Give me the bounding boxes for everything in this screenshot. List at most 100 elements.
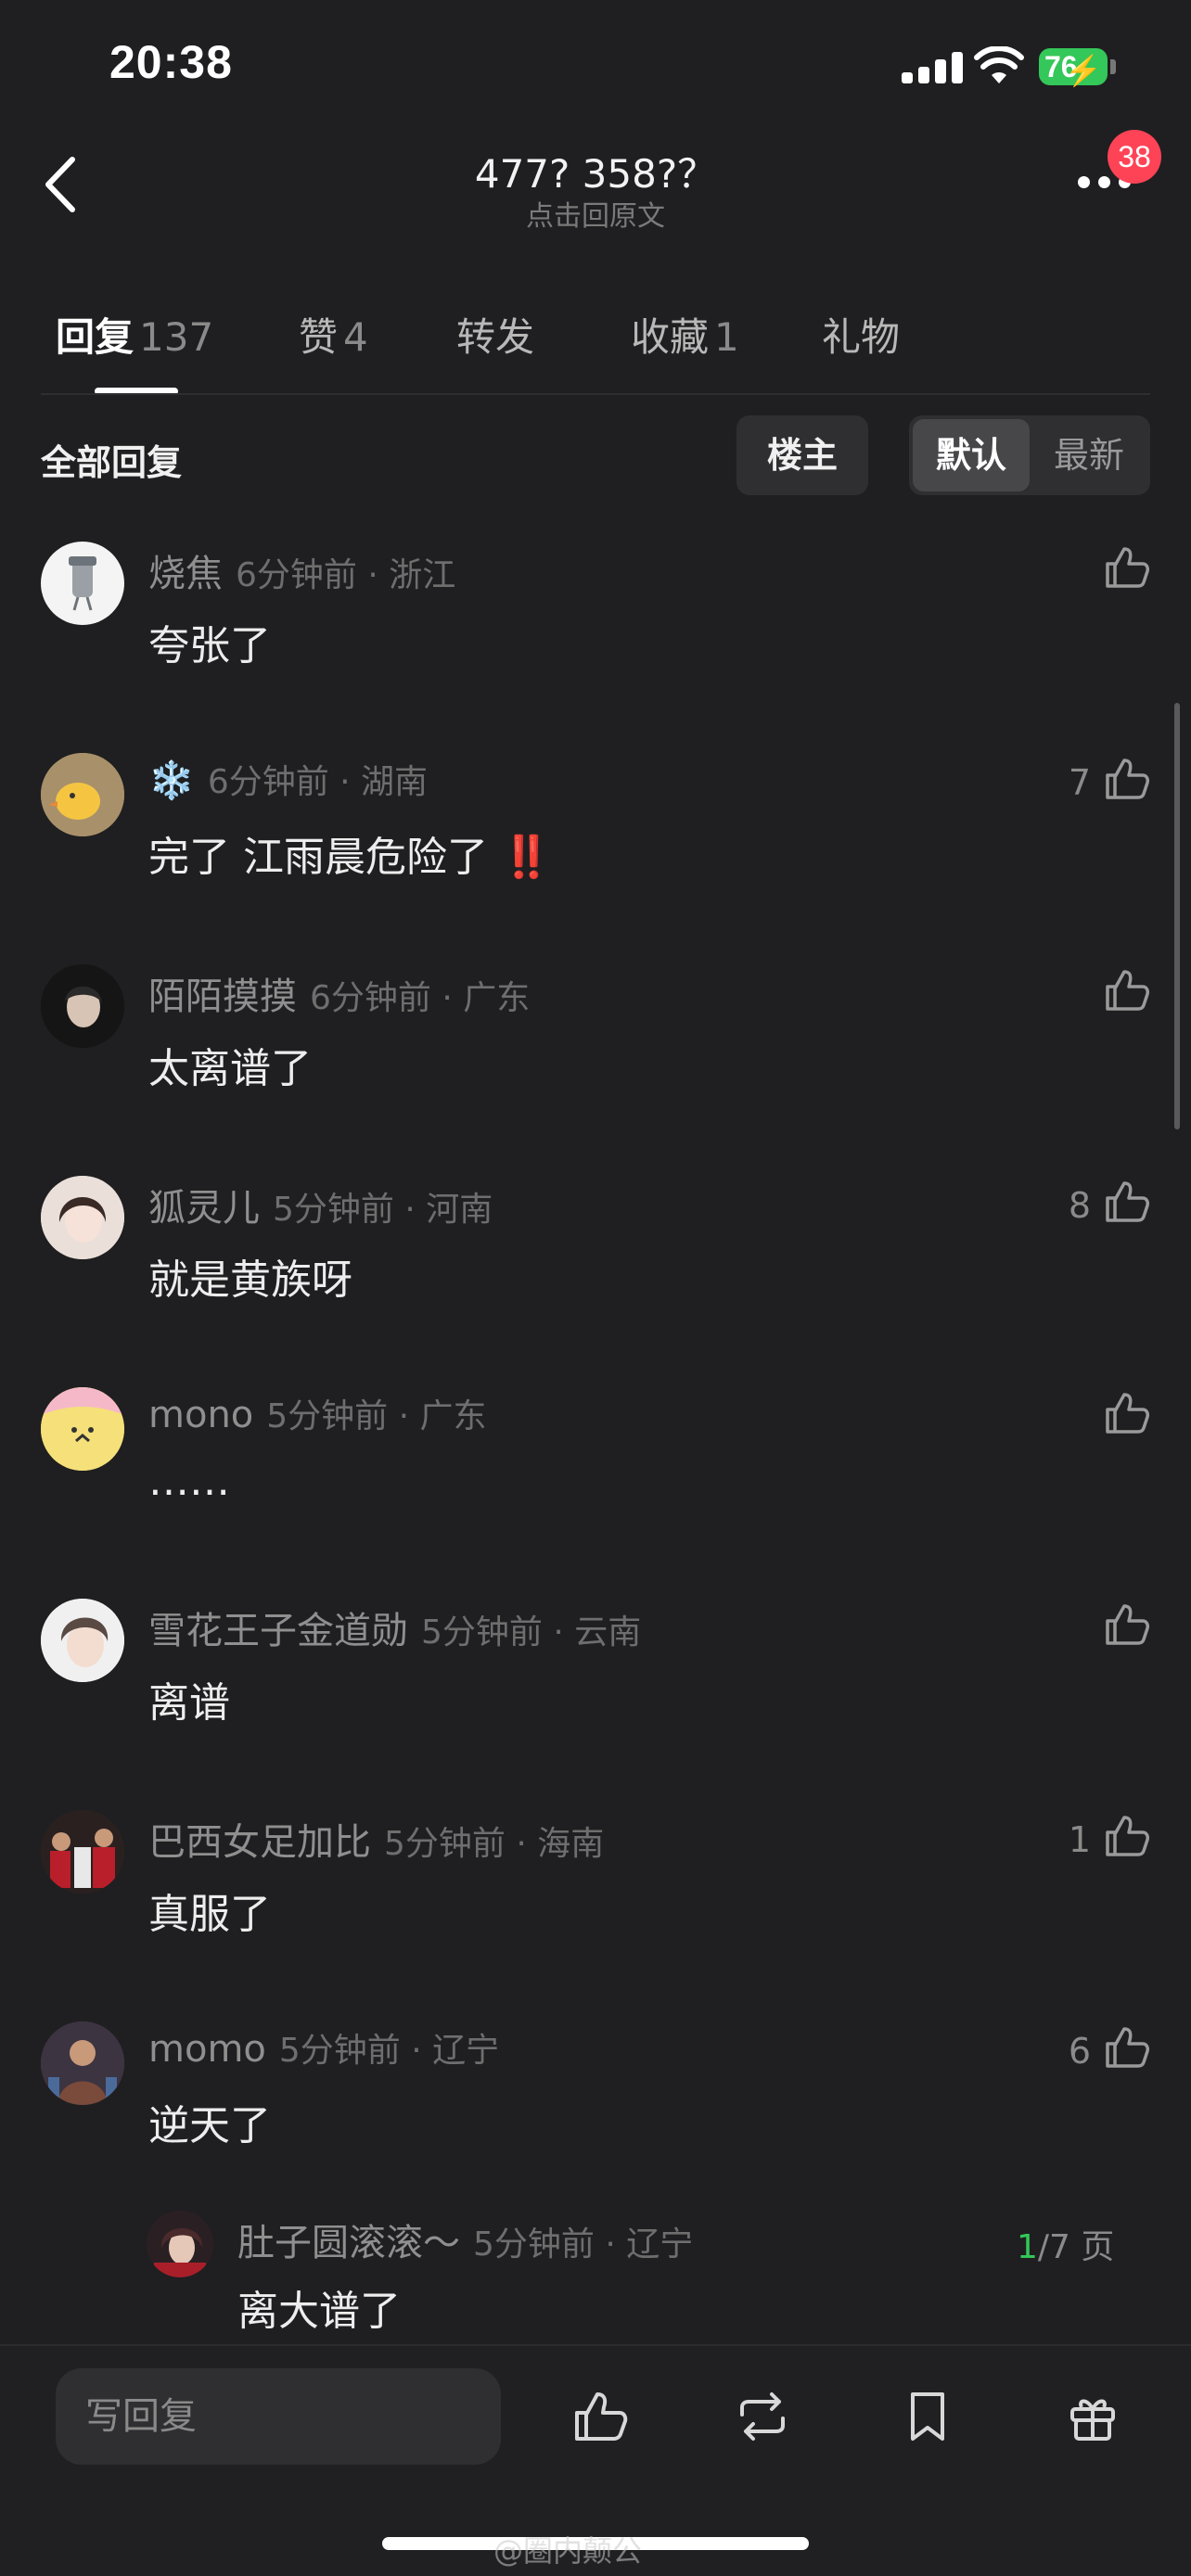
owner-only-button[interactable]: 楼主 (736, 415, 868, 495)
comment-author[interactable]: 烧焦 (148, 553, 223, 595)
tab-count: 4 (343, 314, 368, 360)
reply-avatar[interactable] (147, 2211, 213, 2277)
comment-text: 太离谱了 (148, 1045, 312, 1092)
cellular-signal-icon (902, 52, 965, 83)
avatar[interactable] (41, 964, 124, 1048)
avatar-image (41, 1599, 124, 1682)
avatar-image (41, 1176, 124, 1259)
comment-text: 离谱 (148, 1679, 230, 1727)
thumbs-up-icon[interactable] (1102, 966, 1150, 1014)
thumbs-up-icon[interactable] (1102, 543, 1150, 592)
thumbs-up-icon[interactable] (1102, 755, 1150, 803)
status-time: 20:38 (109, 36, 233, 88)
tab-gifts[interactable]: 礼物 (822, 306, 900, 363)
repost-icon[interactable] (733, 2387, 792, 2446)
reply-header: 肚子圆滚滚～ 5分钟前 · 辽宁 (237, 2213, 693, 2266)
comment-item: momo 5分钟前 · 辽宁 逆天了 6 (0, 2021, 1191, 2207)
thumbs-up-icon[interactable] (1102, 2023, 1150, 2072)
tab-label: 收藏 (631, 314, 710, 360)
tab-label: 礼物 (822, 314, 901, 360)
thumbs-up-icon[interactable] (570, 2387, 629, 2446)
wifi-icon (974, 46, 1024, 83)
comment-author[interactable]: 巴西女足加比 (148, 1821, 371, 1864)
tab-favorites[interactable]: 收藏 1 (631, 306, 739, 363)
like-count: 8 (1068, 1185, 1091, 1226)
comment-header: 烧焦 6分钟前 · 浙江 (148, 543, 455, 597)
charging-bolt-icon: ⚡ (1065, 54, 1102, 87)
comment-item: mono 5分钟前 · 广东 …… (0, 1387, 1191, 1573)
tab-label: 赞 (299, 314, 339, 360)
comment-header: 陌陌摸摸 6分钟前 · 广东 (148, 966, 530, 1020)
comment-header: momo 5分钟前 · 辽宁 (148, 2023, 499, 2072)
thumbs-up-icon[interactable] (1102, 1812, 1150, 1860)
avatar[interactable] (41, 2021, 124, 2105)
comment-meta: 5分钟前 · 辽宁 (278, 2032, 500, 2070)
header: 477? 358?？ 点击回原文 38 (0, 130, 1191, 234)
comment-text: 真服了 (148, 1891, 271, 1938)
avatar[interactable] (41, 753, 124, 836)
double-exclamation-emoji: ‼️ (501, 834, 552, 881)
avatar[interactable] (41, 542, 124, 625)
view-original-link[interactable]: 点击回原文 (0, 193, 1191, 234)
comment-author[interactable]: mono (148, 1394, 253, 1436)
comment-meta: 6分钟前 · 广东 (310, 979, 531, 1017)
sort-latest-button[interactable]: 最新 (1031, 419, 1146, 491)
all-replies-label: 全部回复 (41, 442, 183, 483)
avatar[interactable] (41, 1810, 124, 1894)
comment-item: 陌陌摸摸 6分钟前 · 广东 太离谱了 (0, 964, 1191, 1150)
tab-count: 137 (139, 314, 214, 360)
comment-author[interactable]: momo (148, 2028, 266, 2071)
scrollbar[interactable] (1174, 703, 1180, 1129)
pager-total: /7 页 (1037, 2228, 1115, 2266)
filter-row: 全部回复 楼主 默认 最新 (0, 415, 1191, 497)
reply-text: 离大谱了 (237, 2288, 401, 2335)
like-count: 6 (1068, 2031, 1091, 2072)
comment-author[interactable]: 雪花王子金道勋 (148, 1610, 408, 1652)
comment-text-body: 完了 江雨晨危险了 (148, 834, 488, 881)
avatar[interactable] (41, 1599, 124, 1682)
thumbs-up-icon[interactable] (1102, 1389, 1150, 1437)
avatar-image (69, 556, 96, 611)
avatar[interactable] (41, 1387, 124, 1471)
page-title: 477? 358?？ (474, 151, 717, 197)
comment-meta: 5分钟前 · 海南 (384, 1825, 605, 1863)
reply-author[interactable]: 肚子圆滚滚～ (237, 2222, 460, 2264)
comment-meta: 5分钟前 · 河南 (273, 1191, 493, 1229)
sort-default-button[interactable]: 默认 (913, 419, 1030, 491)
comment-author[interactable]: 狐灵儿 (148, 1187, 260, 1230)
tab-likes[interactable]: 赞4 (299, 306, 368, 363)
comment-meta: 6分钟前 · 湖南 (207, 763, 429, 801)
tab-reposts[interactable]: 转发 (456, 306, 534, 363)
comment-item: 烧焦 6分钟前 · 浙江 夸张了 (0, 542, 1191, 727)
bookmark-icon[interactable] (898, 2387, 957, 2446)
pager-current: 1 (1017, 2228, 1038, 2266)
tab-label: 转发 (456, 314, 535, 360)
thumbs-up-icon[interactable] (1102, 1600, 1150, 1649)
comment-author[interactable]: ❄️ (148, 759, 195, 802)
comment-text: …… (148, 1458, 230, 1505)
avatar-image (147, 2211, 213, 2277)
avatar-image (41, 1387, 124, 1471)
comment-text: 就是黄族呀 (148, 1256, 352, 1304)
comment-author[interactable]: 陌陌摸摸 (148, 976, 297, 1018)
comment-item: 狐灵儿 5分钟前 · 河南 就是黄族呀 8 (0, 1176, 1191, 1361)
avatar[interactable] (41, 1176, 124, 1259)
tab-label: 回复 (56, 314, 134, 360)
sort-toggle: 默认 最新 (909, 415, 1150, 495)
comment-meta: 5分钟前 · 云南 (421, 1613, 642, 1651)
like-count: 7 (1068, 762, 1091, 803)
battery-tip (1110, 59, 1116, 74)
comment-header: 巴西女足加比 5分钟前 · 海南 (148, 1812, 604, 1866)
avatar-image (41, 964, 124, 1048)
tab-count: 1 (714, 314, 739, 360)
thumbs-up-icon[interactable] (1102, 1178, 1150, 1226)
comment-item: 雪花王子金道勋 5分钟前 · 云南 离谱 (0, 1599, 1191, 1784)
gift-icon[interactable] (1063, 2387, 1122, 2446)
like-count: 1 (1068, 1819, 1091, 1860)
reply-input[interactable] (56, 2368, 501, 2465)
reply-pager[interactable]: 1/7 页 (1017, 2220, 1114, 2268)
comment-text: 夸张了 (148, 622, 271, 670)
tab-replies[interactable]: 回复 137 (56, 306, 213, 363)
avatar-image (41, 753, 124, 836)
status-bar: 20:38 76 ⚡ (0, 0, 1191, 130)
